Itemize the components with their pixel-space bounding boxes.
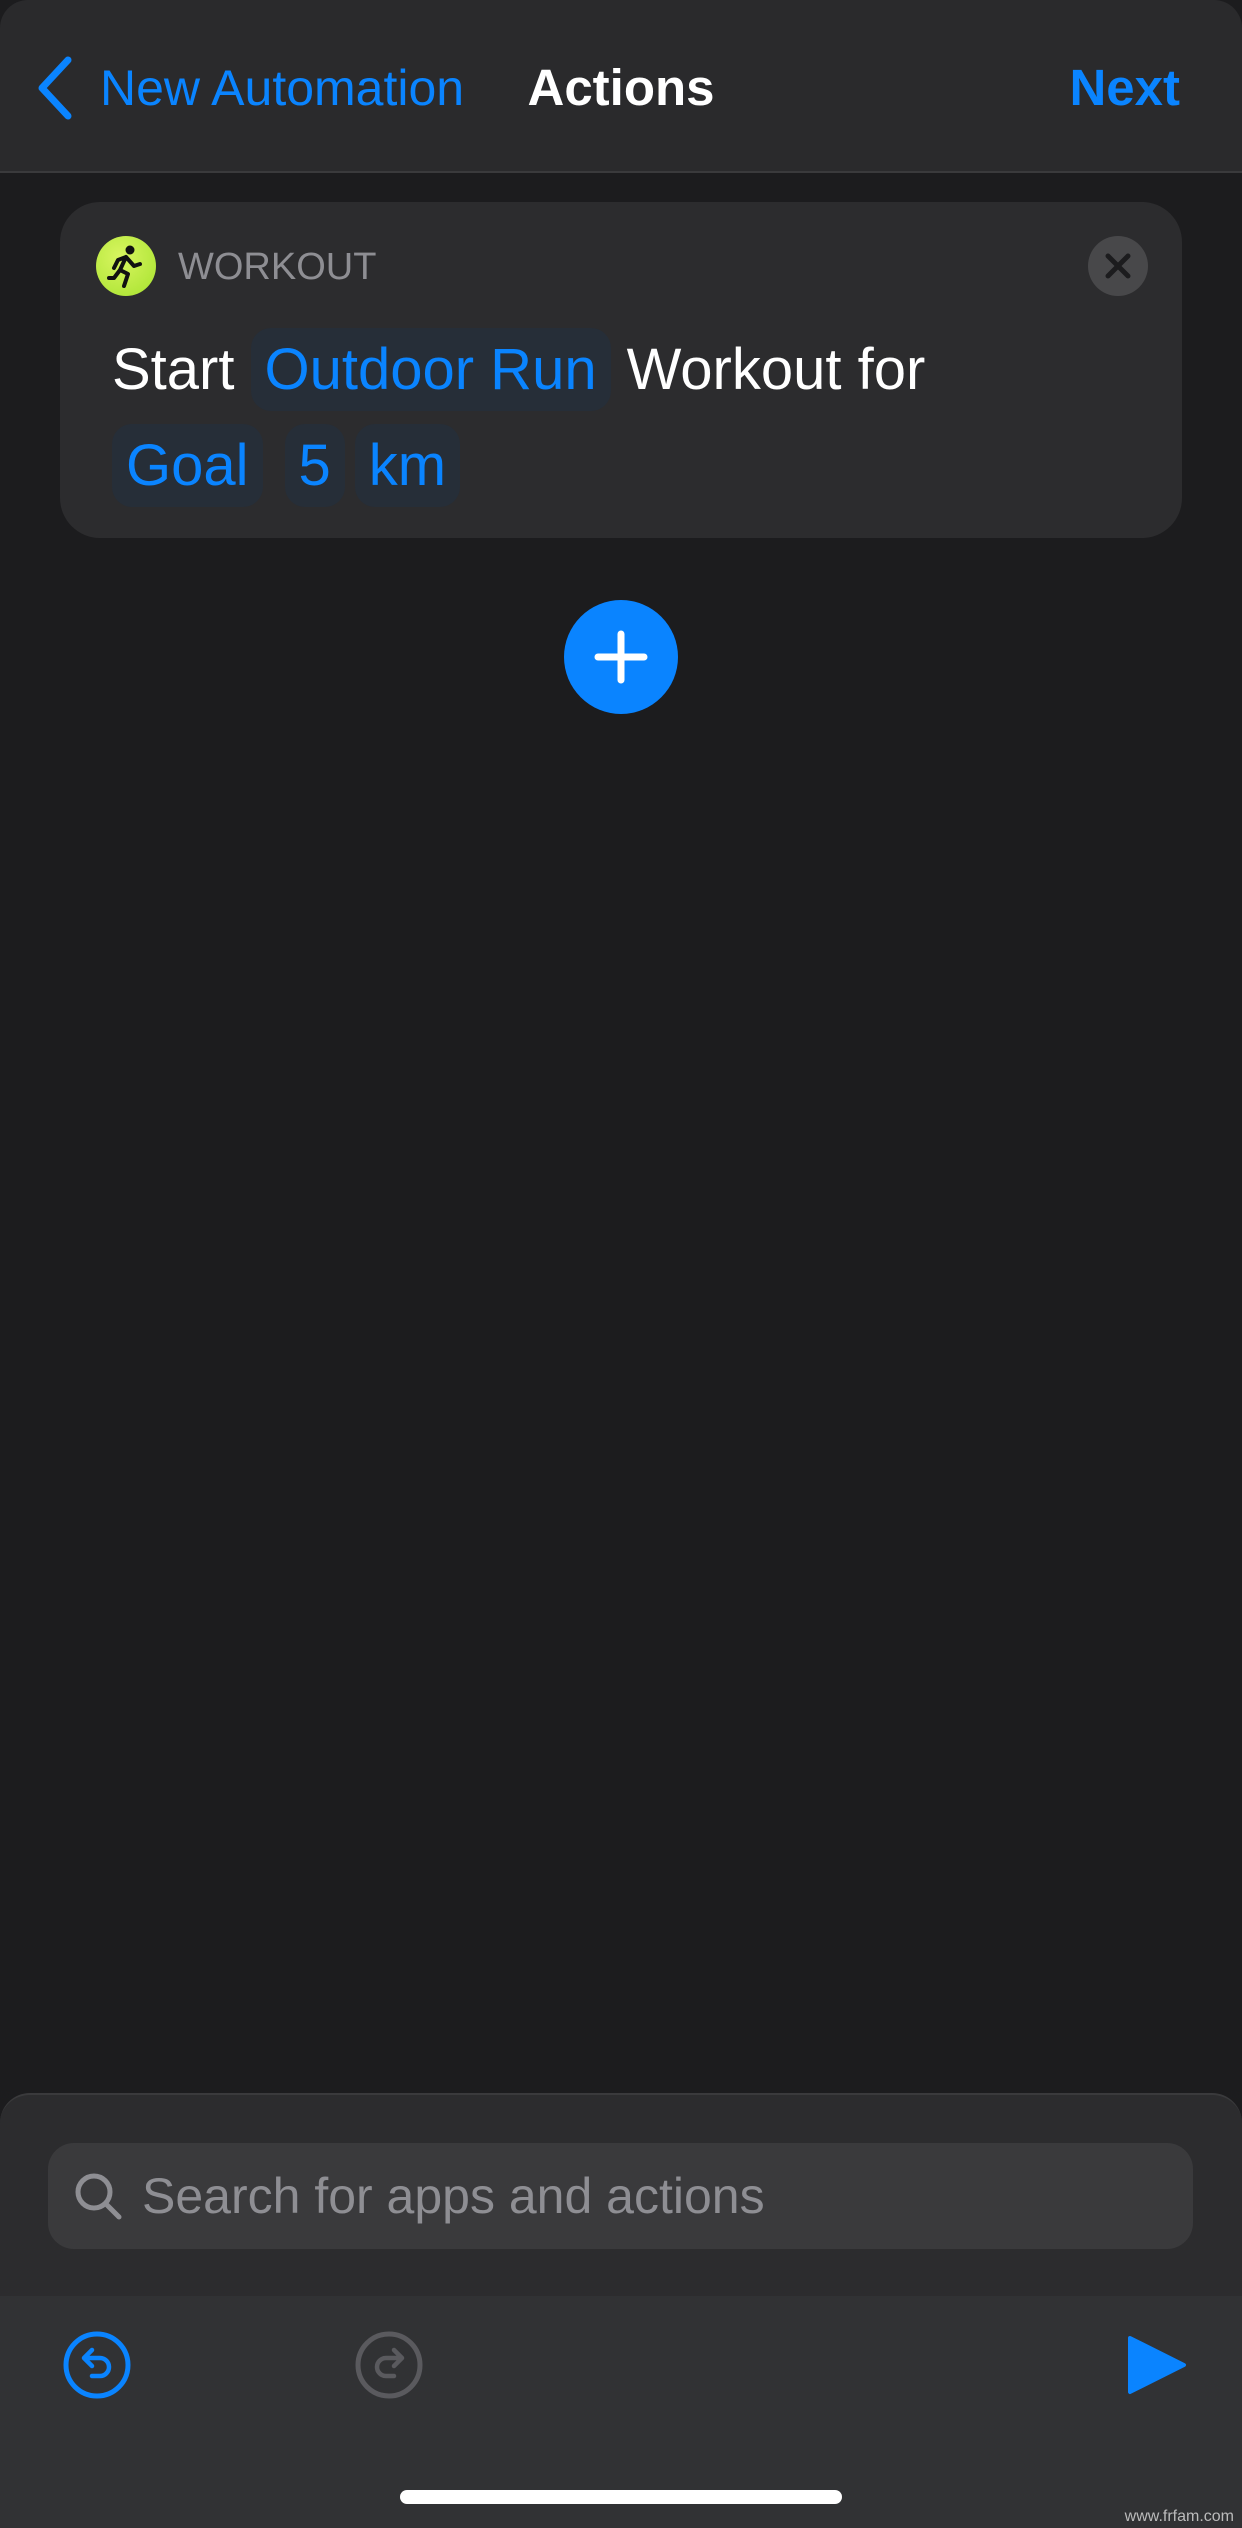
action-card: WORKOUT Start Outdoor Run Workout for Go…	[60, 202, 1182, 538]
page-title: Actions	[527, 59, 715, 116]
goal-value-parameter[interactable]: 5	[284, 424, 345, 507]
search-icon	[75, 2173, 122, 2220]
next-button[interactable]: Next	[1069, 58, 1180, 117]
app-name: WORKOUT	[178, 246, 377, 288]
running-figure-icon	[96, 236, 156, 296]
text-start: Start	[112, 337, 235, 402]
watermark: www.frfam.com	[1124, 2508, 1234, 2525]
add-action-button[interactable]	[564, 600, 678, 714]
search-field[interactable]	[48, 2143, 1193, 2249]
text-workout-for: Workout for	[626, 337, 926, 402]
goal-parameter[interactable]: Goal	[112, 424, 263, 507]
undo-icon[interactable]	[62, 2330, 132, 2400]
remove-action-button[interactable]	[1088, 236, 1148, 296]
plus-icon	[594, 630, 648, 684]
play-icon[interactable]	[1124, 2330, 1194, 2400]
home-indicator	[400, 2490, 842, 2504]
redo-icon[interactable]	[354, 2330, 424, 2400]
close-icon	[1105, 253, 1131, 279]
action-search-sheet	[0, 2093, 1242, 2298]
workout-type-parameter[interactable]: Outdoor Run	[250, 328, 611, 411]
goal-unit-parameter[interactable]: km	[354, 424, 461, 507]
navigation-bar: New Automation Actions Next	[0, 0, 1242, 173]
search-input[interactable]	[140, 2166, 1144, 2226]
